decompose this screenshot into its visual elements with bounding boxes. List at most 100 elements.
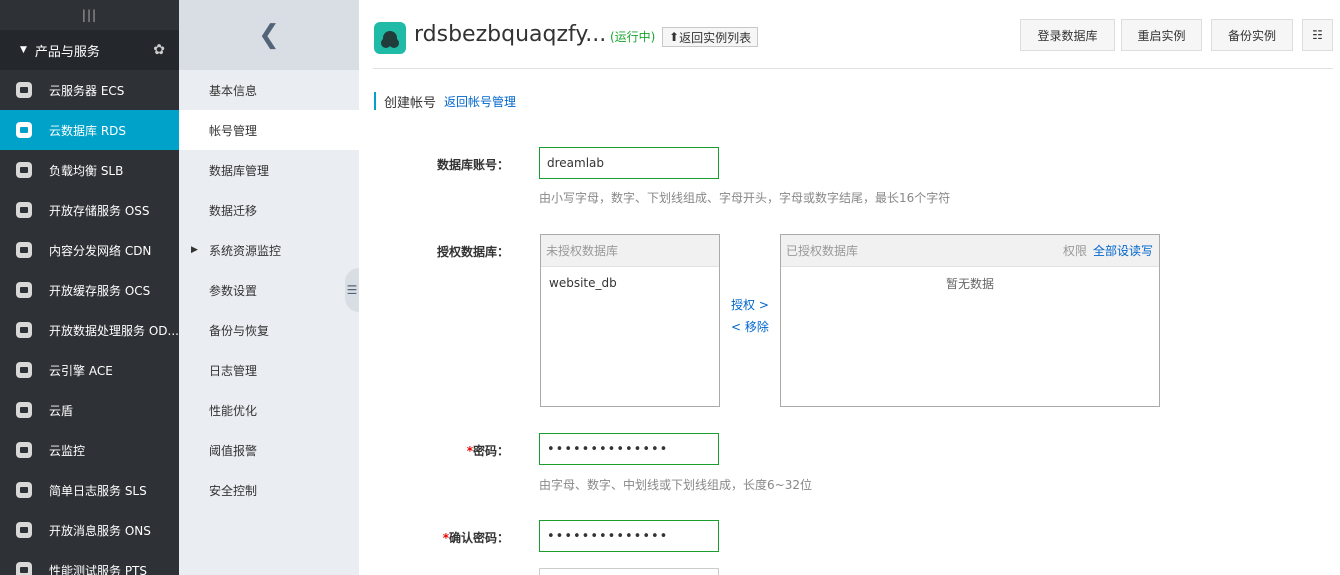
confirm-password-label: *确认密码： [359, 529, 509, 546]
submenu-label: 安全控制 [209, 483, 258, 498]
db-label: 授权数据库： [436, 245, 509, 259]
gear-icon[interactable]: ✿ [153, 42, 165, 58]
list-item[interactable]: website_db [541, 267, 719, 299]
back-to-account-link[interactable]: 返回帐号管理 [444, 93, 516, 110]
sidebar-item-label: 性能测试服务 PTS [49, 563, 147, 575]
sidebar-item-label: 云引擎 ACE [49, 363, 113, 378]
login-database-button[interactable]: 登录数据库 [1020, 19, 1115, 51]
sidebar-item-ocs[interactable]: 开放缓存服务 OCS [0, 270, 179, 310]
sidebar-item-label: 负载均衡 SLB [49, 163, 124, 178]
submenu-label: 数据库管理 [209, 163, 270, 178]
engine-icon [16, 362, 32, 378]
caret-right-icon: ▶ [191, 245, 198, 255]
submenu-label: 日志管理 [209, 363, 258, 378]
submenu-database-management[interactable]: 数据库管理 [179, 150, 359, 190]
confirm-password-field[interactable]: •••••••••••••• [539, 520, 719, 552]
page-title-text: 创建帐号 [384, 95, 437, 111]
sidebar-item-yundun[interactable]: 云盾 [0, 390, 179, 430]
unauthorized-db-header: 未授权数据库 [541, 235, 719, 267]
back-to-list-button[interactable]: ⬆ 返回实例列表 [662, 27, 759, 47]
password-label-text: 密码： [472, 444, 509, 458]
submenu-parameters[interactable]: 参数设置 [179, 270, 359, 310]
list-menu-icon[interactable]: ☷ [1302, 19, 1333, 51]
submenu-backup-restore[interactable]: 备份与恢复 [179, 310, 359, 350]
submenu-basic-info[interactable]: 基本信息 [179, 70, 359, 110]
submenu-alarms[interactable]: 阈值报警 [179, 430, 359, 470]
unauthorized-db-list: 未授权数据库 website_db [540, 234, 720, 407]
password-field[interactable]: •••••••••••••• [539, 433, 719, 465]
instance-name: rdsbezbquaqzfy... [414, 22, 607, 47]
sidebar-item-ace[interactable]: 云引擎 ACE [0, 350, 179, 390]
cdn-icon [16, 242, 32, 258]
empty-state: 暂无数据 [945, 276, 994, 291]
page-title: 创建帐号 返回帐号管理 [374, 92, 516, 111]
set-all-readwrite-link[interactable]: 全部设读写 [1093, 244, 1153, 258]
submenu-label: 帐号管理 [209, 123, 258, 138]
load-balancer-icon [16, 162, 32, 178]
account-hint: 由小写字母，数字、下划线组成、字母开头，字母或数字结尾，最长16个字符 [539, 191, 951, 205]
cloud-storage-icon [16, 202, 32, 218]
sidebar-item-label: 云盾 [49, 403, 74, 418]
server-icon [16, 82, 32, 98]
submenu-account-management[interactable]: 帐号管理 [179, 110, 359, 150]
message-icon [16, 522, 32, 538]
database-icon [16, 122, 32, 138]
sidebar-item-odps[interactable]: 开放数据处理服务 OD... [0, 310, 179, 350]
instance-submenu: ❮ 基本信息 帐号管理 数据库管理 数据迁移 ▶ 系统资源监控 参数设置 备份与恢… [179, 0, 359, 575]
permission-label: 权限 [1062, 244, 1087, 258]
sidebar-item-monitor[interactable]: 云监控 [0, 430, 179, 470]
submenu-label: 阈值报警 [209, 443, 258, 458]
sidebar-item-label: 开放存储服务 OSS [49, 203, 150, 218]
account-input[interactable]: dreamlab [539, 147, 719, 179]
sidebar-item-slb[interactable]: 负载均衡 SLB [0, 150, 179, 190]
restart-instance-button[interactable]: 重启实例 [1121, 19, 1202, 51]
confirm-password-label-text: 确认密码： [448, 531, 509, 545]
collapse-menu-icon[interactable]: ☰ [345, 268, 359, 312]
grant-button[interactable]: 授权 > [731, 296, 769, 313]
authorized-db-header: 已授权数据库 权限 全部设读写 [781, 235, 1159, 267]
status-badge: (运行中) [610, 30, 656, 44]
products-services-group[interactable]: ▼ 产品与服务 ✿ [0, 30, 179, 70]
arrow-up-icon: ⬆ [669, 30, 680, 44]
cache-icon [16, 282, 32, 298]
sidebar-item-rds[interactable]: 云数据库 RDS [0, 110, 179, 150]
password-hint: 由字母、数字、中划线或下划线组成，长度6~32位 [539, 478, 812, 492]
chevron-left-icon[interactable]: ❮ [179, 0, 359, 70]
rds-logo-icon [374, 22, 406, 54]
submenu-label: 参数设置 [209, 283, 258, 298]
sidebar-item-label: 开放消息服务 ONS [49, 523, 151, 538]
instance-header: rdsbezbquaqzfy... (运行中) ⬆ 返回实例列表 登录数据库 重… [373, 0, 1333, 69]
main-sidebar: ||| ▼ 产品与服务 ✿ 云服务器 ECS 云数据库 RDS 负载均衡 SLB… [0, 0, 179, 575]
group-label: 产品与服务 [34, 44, 100, 60]
submenu-performance[interactable]: 性能优化 [179, 390, 359, 430]
submenu-data-migration[interactable]: 数据迁移 [179, 190, 359, 230]
submenu-resource-monitor[interactable]: ▶ 系统资源监控 [179, 230, 359, 270]
submenu-label: 备份与恢复 [209, 323, 270, 338]
main-content: rdsbezbquaqzfy... (运行中) ⬆ 返回实例列表 登录数据库 重… [359, 0, 1340, 575]
sidebar-item-pts[interactable]: 性能测试服务 PTS [0, 550, 179, 575]
submenu-label: 基本信息 [209, 83, 258, 98]
submenu-label: 性能优化 [209, 403, 258, 418]
data-processing-icon [16, 322, 32, 338]
sidebar-item-label: 云监控 [49, 443, 86, 458]
backup-instance-button[interactable]: 备份实例 [1211, 19, 1293, 51]
log-icon [16, 482, 32, 498]
submenu-logs[interactable]: 日志管理 [179, 350, 359, 390]
sidebar-item-cdn[interactable]: 内容分发网络 CDN [0, 230, 179, 270]
submenu-security[interactable]: 安全控制 [179, 470, 359, 510]
next-field[interactable] [539, 568, 719, 575]
caret-down-icon: ▼ [20, 45, 27, 55]
sidebar-toggle-button[interactable]: ||| [0, 0, 179, 30]
sidebar-item-label: 内容分发网络 CDN [49, 243, 152, 258]
submenu-label: 系统资源监控 [209, 243, 282, 258]
back-to-list-label: 返回实例列表 [679, 30, 752, 45]
sidebar-item-label: 开放数据处理服务 OD... [49, 323, 179, 338]
monitor-icon [16, 442, 32, 458]
performance-test-icon [16, 562, 32, 575]
sidebar-item-ons[interactable]: 开放消息服务 ONS [0, 510, 179, 550]
remove-button[interactable]: < 移除 [731, 318, 769, 335]
sidebar-item-oss[interactable]: 开放存储服务 OSS [0, 190, 179, 230]
sidebar-item-sls[interactable]: 简单日志服务 SLS [0, 470, 179, 510]
authorized-db-title: 已授权数据库 [786, 244, 859, 258]
sidebar-item-ecs[interactable]: 云服务器 ECS [0, 70, 179, 110]
